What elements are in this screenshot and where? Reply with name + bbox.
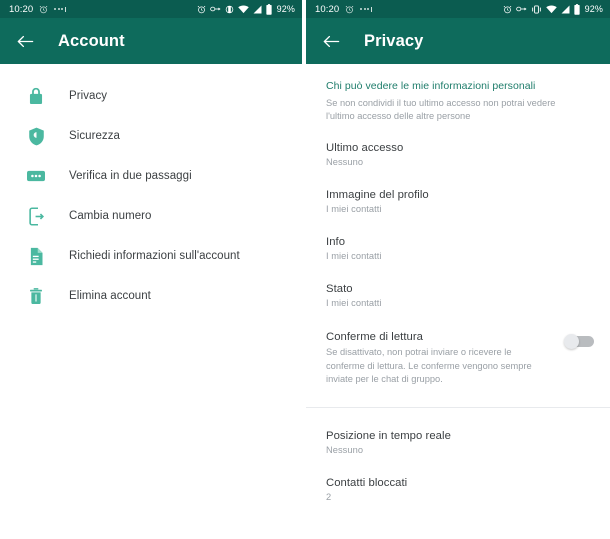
wifi-icon	[237, 4, 249, 14]
privacy-content: Chi può vedere le mie informazioni perso…	[306, 64, 610, 539]
sidebar-item-label: Cambia numero	[69, 210, 152, 222]
account-screen: 10:20 92% Account Privacy Sicurezza Veri…	[0, 0, 302, 539]
sidebar-item-elimina-account[interactable]: Elimina account	[0, 276, 302, 316]
sidebar-item-richiedi-informazioni[interactable]: Richiedi informazioni sull'account	[0, 236, 302, 276]
sidebar-item-cambia-numero[interactable]: Cambia numero	[0, 196, 302, 236]
row-value: 2	[326, 491, 332, 502]
sidebar-item-privacy[interactable]: Privacy	[0, 76, 302, 116]
row-title: Conferme di lettura	[326, 331, 424, 344]
sidebar-item-label: Verifica in due passaggi	[69, 170, 192, 182]
row-value: I miei contatti	[326, 204, 382, 215]
page-title: Privacy	[364, 31, 424, 50]
two-step-dots-icon	[26, 166, 46, 186]
row-title: Info	[326, 236, 346, 249]
alarm-icon	[197, 5, 206, 14]
sidebar-item-label: Richiedi informazioni sull'account	[69, 250, 240, 262]
read-receipts-toggle[interactable]	[564, 334, 594, 350]
app-bar-right: Privacy	[306, 18, 610, 64]
more-dots-icon	[54, 6, 67, 13]
change-number-icon	[26, 206, 46, 226]
status-bar-left-group: 10:20	[9, 4, 67, 15]
sidebar-item-label: Privacy	[69, 90, 108, 102]
battery-icon	[266, 3, 272, 15]
alarm-icon	[503, 5, 512, 14]
status-bar-right: 10:20 92%	[306, 0, 610, 18]
row-title: Posizione in tempo reale	[326, 429, 451, 442]
privacy-row-ultimo-accesso[interactable]: Ultimo accesso Nessuno	[306, 142, 610, 167]
section-header: Chi può vedere le mie informazioni perso…	[326, 80, 536, 92]
page-title: Account	[58, 31, 125, 50]
back-arrow-icon[interactable]	[14, 30, 36, 52]
privacy-row-conferme-di-lettura[interactable]: Conferme di lettura Se disattivato, non …	[306, 331, 610, 386]
row-description: Se disattivato, non potrai inviare o ric…	[326, 347, 532, 384]
status-bar-right-group: 92%	[197, 3, 295, 15]
status-bar-right-group: 92%	[503, 3, 603, 15]
row-value: I miei contatti	[326, 251, 382, 262]
sidebar-item-label: Elimina account	[69, 290, 151, 302]
link-icon	[515, 5, 527, 13]
signal-icon	[561, 5, 570, 14]
vibrate-icon	[531, 4, 542, 14]
wifi-icon	[545, 4, 557, 14]
status-bar-left-group: 10:20	[315, 4, 373, 15]
account-content: Privacy Sicurezza Verifica in due passag…	[0, 64, 302, 539]
document-request-icon	[26, 246, 46, 266]
row-title: Stato	[326, 283, 353, 296]
row-title: Immagine del profilo	[326, 189, 429, 202]
link-icon	[209, 5, 221, 13]
battery-icon	[574, 3, 580, 15]
back-arrow-icon[interactable]	[320, 30, 342, 52]
battery-percent-label: 92%	[276, 4, 295, 14]
row-value: Nessuno	[326, 157, 364, 168]
privacy-row-posizione-in-tempo-reale[interactable]: Posizione in tempo reale Nessuno	[306, 430, 610, 455]
more-dots-icon	[360, 6, 373, 13]
sidebar-item-verifica-in-due-passaggi[interactable]: Verifica in due passaggi	[0, 156, 302, 196]
sidebar-item-label: Sicurezza	[69, 130, 120, 142]
app-bar-left: Account	[0, 18, 302, 64]
alarm-icon	[39, 5, 48, 14]
dual-screenshot-container: 10:20 92% Account Privacy Sicurezza Veri…	[0, 0, 610, 539]
section-divider	[306, 406, 610, 408]
trash-icon	[26, 286, 46, 306]
row-title: Ultimo accesso	[326, 142, 404, 155]
row-title: Contatti bloccati	[326, 476, 408, 489]
alarm-icon	[345, 5, 354, 14]
privacy-row-immagine-del-profilo[interactable]: Immagine del profilo I miei contatti	[306, 189, 610, 214]
shield-icon	[26, 126, 46, 146]
privacy-row-info[interactable]: Info I miei contatti	[306, 236, 610, 261]
privacy-screen: 10:20 92% Privacy Chi può vedere le mie …	[306, 0, 610, 539]
status-bar-left: 10:20 92%	[0, 0, 302, 18]
battery-percent-label: 92%	[584, 4, 603, 14]
row-value: I miei contatti	[326, 298, 382, 309]
lock-icon	[26, 86, 46, 106]
privacy-row-contatti-bloccati[interactable]: Contatti bloccati 2	[306, 477, 610, 502]
row-value: Nessuno	[326, 444, 364, 455]
status-bar-clock: 10:20	[9, 3, 34, 15]
sidebar-item-sicurezza[interactable]: Sicurezza	[0, 116, 302, 156]
toggle-knob	[564, 334, 579, 350]
privacy-row-stato[interactable]: Stato I miei contatti	[306, 283, 610, 308]
do-not-disturb-icon	[225, 5, 234, 14]
account-settings-list: Privacy Sicurezza Verifica in due passag…	[0, 64, 302, 316]
status-bar-clock: 10:20	[315, 3, 340, 15]
section-description: Se non condividi il tuo ultimo accesso n…	[326, 98, 556, 122]
signal-icon	[253, 5, 262, 14]
